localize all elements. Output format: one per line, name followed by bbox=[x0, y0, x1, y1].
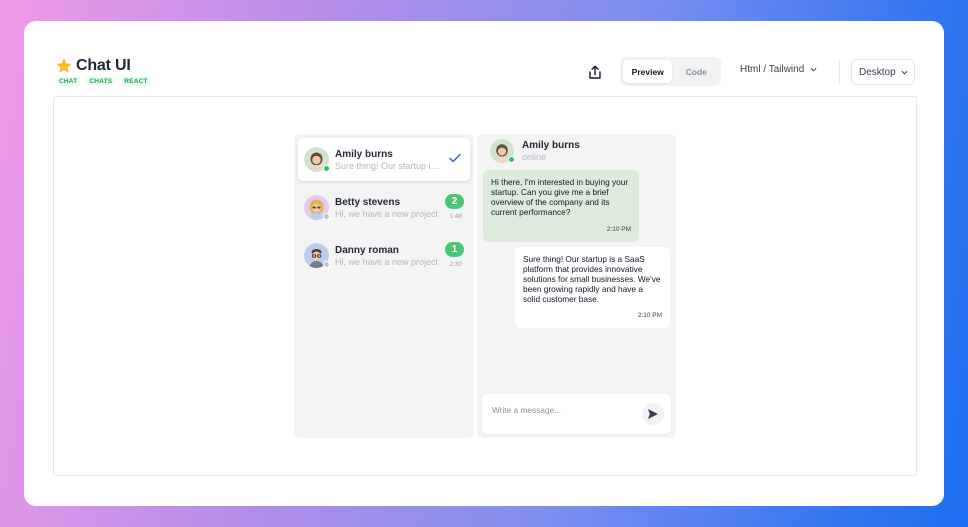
check-icon bbox=[449, 153, 461, 163]
conversation-status: online bbox=[522, 152, 547, 162]
star-icon bbox=[56, 58, 72, 73]
device-select[interactable]: Desktop bbox=[851, 59, 915, 85]
message-input[interactable] bbox=[492, 405, 632, 415]
tag-chats[interactable]: CHATS bbox=[86, 77, 116, 86]
share-icon bbox=[589, 65, 601, 79]
avatar bbox=[304, 243, 330, 268]
online-indicator bbox=[323, 165, 330, 172]
chat-preview: Hi, we have a new project bbox=[335, 209, 439, 219]
app-card: Chat UI CHAT CHATS REACT Preview Code Ht… bbox=[24, 21, 944, 506]
chat-name: Betty stevens bbox=[335, 197, 401, 208]
chat-name: Danny roman bbox=[335, 245, 399, 256]
unread-badge: 1 bbox=[445, 242, 464, 257]
tab-code[interactable]: Code bbox=[674, 60, 718, 83]
online-indicator bbox=[508, 156, 515, 163]
message-time: 2:10 PM bbox=[606, 226, 631, 233]
chat-list-item-amily[interactable]: Amily burns Sure thing! Our startup is a… bbox=[298, 138, 470, 181]
tab-preview[interactable]: Preview bbox=[623, 60, 673, 83]
chat-preview: Hi, we have a new project bbox=[335, 257, 439, 267]
tag-chat[interactable]: CHAT bbox=[56, 77, 81, 86]
conversation-name: Amily burns bbox=[522, 140, 580, 151]
message-incoming: Hi there, I'm interested in buying your … bbox=[483, 170, 639, 242]
chat-list-item-betty[interactable]: Betty stevens Hi, we have a new project … bbox=[298, 186, 470, 229]
avatar bbox=[304, 195, 330, 220]
framework-select-value: Html / Tailwind bbox=[740, 64, 805, 75]
send-button[interactable] bbox=[642, 403, 664, 425]
avatar bbox=[490, 139, 515, 163]
message-text: Sure thing! Our startup is a SaaS platfo… bbox=[523, 254, 661, 304]
view-toggle: Preview Code bbox=[620, 57, 721, 86]
device-select-value: Desktop bbox=[859, 66, 896, 78]
chat-list-item-danny[interactable]: Danny roman Hi, we have a new project 1 … bbox=[298, 234, 470, 277]
message-time: 2:10 PM bbox=[637, 312, 662, 319]
offline-indicator bbox=[323, 261, 330, 268]
chat-name: Amily burns bbox=[335, 149, 393, 160]
chevron-down-icon bbox=[901, 70, 908, 75]
avatar bbox=[304, 147, 330, 172]
unread-badge: 2 bbox=[445, 194, 464, 209]
chat-list: Amily burns Sure thing! Our startup is a… bbox=[294, 134, 474, 438]
chevron-down-icon bbox=[810, 67, 817, 72]
chat-time: 2:30 bbox=[449, 261, 462, 268]
message-outgoing: Sure thing! Our startup is a SaaS platfo… bbox=[515, 247, 670, 328]
chat-preview: Sure thing! Our startup is a SaaS platfo… bbox=[335, 161, 443, 171]
message-composer bbox=[482, 394, 671, 434]
offline-indicator bbox=[323, 213, 330, 220]
title-row: Chat UI bbox=[56, 57, 131, 75]
send-icon bbox=[648, 409, 658, 419]
conversation-panel: Amily burns online Hi there, I'm interes… bbox=[477, 134, 676, 438]
tag-react[interactable]: REACT bbox=[121, 77, 151, 86]
share-button[interactable] bbox=[585, 62, 605, 82]
page-title: Chat UI bbox=[76, 57, 131, 74]
divider bbox=[839, 61, 840, 83]
chat-time: 1:48 bbox=[449, 213, 462, 220]
tag-list: CHAT CHATS REACT bbox=[56, 77, 151, 86]
message-text: Hi there, I'm interested in buying your … bbox=[491, 177, 629, 217]
framework-select[interactable]: Html / Tailwind bbox=[740, 64, 817, 75]
